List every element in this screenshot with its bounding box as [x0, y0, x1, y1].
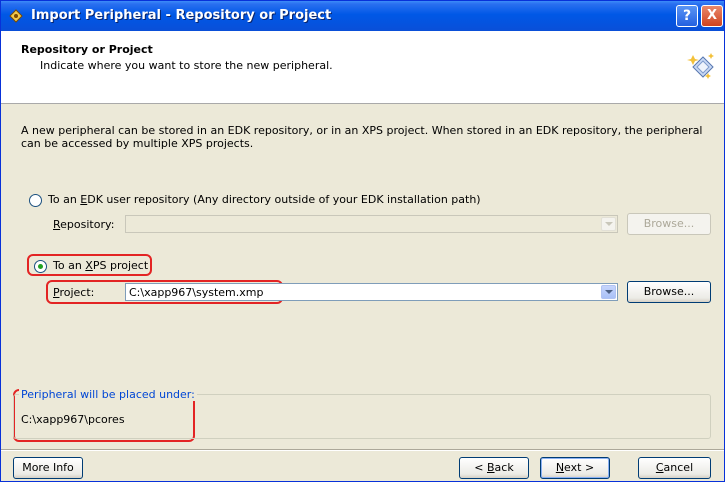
project-field-label: Project: [53, 286, 94, 299]
title-bar: Import Peripheral - Repository or Projec… [1, 1, 724, 31]
radio-edk-repository[interactable] [29, 194, 42, 207]
project-value: C:\xapp967\system.xmp [129, 286, 264, 299]
footer-divider [1, 449, 724, 451]
chevron-down-icon [605, 290, 613, 294]
back-rest: ack [494, 461, 514, 474]
window-title: Import Peripheral - Repository or Projec… [31, 8, 332, 23]
next-rest: ext > [564, 461, 595, 474]
label-mnemonic: X [85, 259, 93, 272]
repository-browse-button[interactable]: Browse... [627, 213, 711, 235]
page-subtitle: Indicate where you want to store the new… [40, 59, 333, 72]
radio-selected-dot [38, 264, 43, 269]
page-title: Repository or Project [21, 43, 153, 56]
wizard-header: Repository or Project Indicate where you… [1, 31, 724, 104]
dialog-window: Import Peripheral - Repository or Projec… [0, 0, 725, 482]
radio-xps-project[interactable] [34, 260, 47, 273]
placement-path: C:\xapp967\pcores [21, 413, 125, 426]
chevron-down-icon [605, 222, 613, 226]
radio-xps-project-label[interactable]: To an XPS project [53, 259, 148, 272]
radio-edk-repository-label[interactable]: To an EDK user repository (Any directory… [48, 193, 481, 206]
project-browse-button[interactable]: Browse... [627, 281, 711, 303]
cancel-button[interactable]: Cancel [638, 457, 711, 479]
next-button[interactable]: Next > [540, 457, 610, 479]
label-rest: DK user repository (Any directory outsid… [87, 193, 481, 206]
help-button[interactable]: ? [676, 5, 698, 27]
project-dropdown-button[interactable] [601, 285, 616, 299]
next-mnemonic: N [555, 461, 565, 474]
back-mnemonic: B [487, 461, 495, 474]
back-prefix: < [474, 461, 487, 474]
label-prefix: To an [48, 193, 81, 206]
label-rest: roject: [59, 286, 95, 299]
intro-text: A new peripheral can be stored in an EDK… [21, 124, 703, 150]
cancel-rest: ancel [663, 461, 694, 474]
repository-field-label: Repository: [53, 218, 114, 231]
help-icon: ? [682, 8, 692, 24]
project-combobox[interactable]: C:\xapp967\system.xmp [125, 283, 618, 301]
label-rest: PS project [92, 259, 149, 272]
label-prefix: To an [53, 259, 86, 272]
xps-app-icon [9, 9, 23, 23]
peripheral-wizard-icon [687, 53, 714, 79]
cancel-mnemonic: C [655, 461, 664, 474]
label-rest: epository: [60, 218, 115, 231]
more-info-button[interactable]: More Info [13, 457, 83, 479]
repository-dropdown-button[interactable] [601, 217, 616, 231]
back-button[interactable]: < Back [459, 457, 529, 479]
close-button[interactable]: X [701, 5, 723, 27]
repository-combobox[interactable] [125, 215, 618, 233]
placement-legend: Peripheral will be placed under: [19, 388, 197, 401]
close-icon: X [706, 8, 718, 23]
